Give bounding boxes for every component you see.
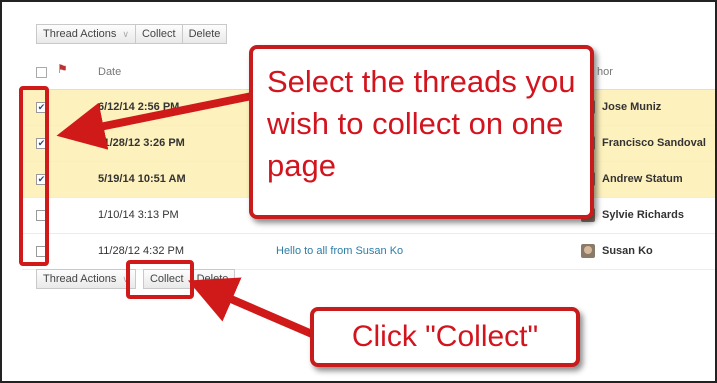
arrow-to-collect [187,277,314,338]
select-threads-callout: Select the threads you wish to collect o… [249,45,594,219]
click-collect-callout: Click "Collect" [310,307,580,367]
screenshot-frame: Thread Actions ∨ Collect Delete ⚑ Date ho… [0,0,717,383]
arrow-to-checkboxes [56,92,253,150]
